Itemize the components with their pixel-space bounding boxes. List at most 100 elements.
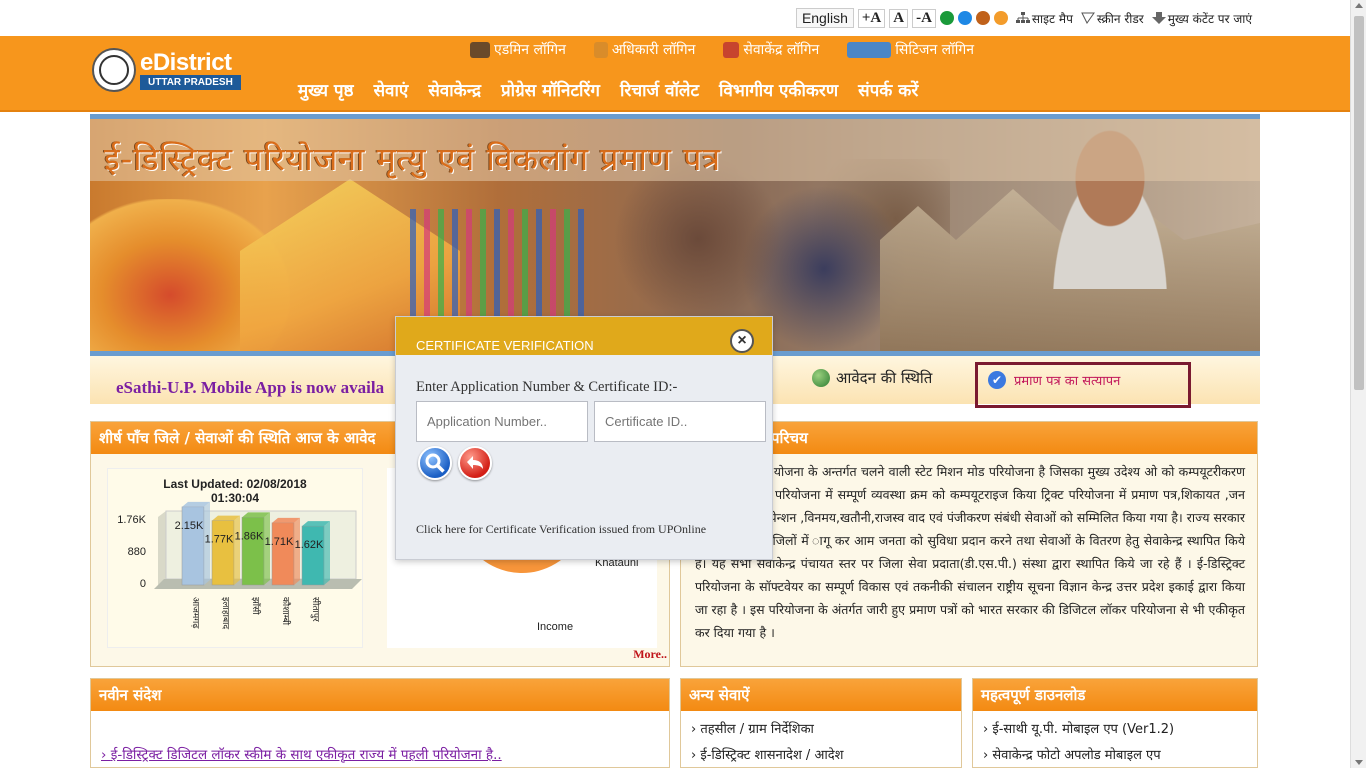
dialog-instruction: Enter Application Number & Certificate I… [416,379,678,395]
brand-subtitle: UTTAR PRADESH [140,74,241,90]
officer-login-link[interactable]: अधिकारी लॉगिन [593,40,695,59]
back-button[interactable] [458,446,492,480]
other-services-heading: अन्य सेवाऐं [681,679,961,711]
admin-login-link[interactable]: एडमिन लॉगिन [470,40,566,59]
chart-title: Last Updated: 02/08/2018 01:30:04 [108,477,362,505]
nav-contact[interactable]: संपर्क करें [858,78,918,101]
bar-data-label: 1.77K [205,534,234,546]
application-number-input[interactable] [416,401,588,442]
screen-reader-icon [1081,12,1095,24]
brand-name: eDistrict [140,48,232,76]
certificate-verification-label: प्रमाण पत्र का सत्यापन [1014,374,1121,389]
certificate-id-input[interactable] [594,401,766,442]
uponline-verification-link[interactable]: Click here for Certificate Verification … [416,522,706,537]
language-toggle[interactable]: English [795,8,854,28]
certificate-verification-dialog: CERTIFICATE VERIFICATION × Enter Applica… [395,316,773,560]
arrow-down-icon [1151,12,1166,24]
screen-reader-link[interactable]: स्क्रीन रीडर [1081,10,1144,27]
y-tick-label: 0 [140,578,146,590]
x-tick-label: कौशाम्बी [280,597,292,626]
font-decrease-button[interactable]: -A [912,8,936,28]
bar [301,525,325,586]
csc-login-link[interactable]: सेवाकेंद्र लॉगिन [723,40,819,59]
bar-side [294,517,300,585]
certificate-verification-link[interactable]: ✔ प्रमाण पत्र का सत्यापन [975,362,1191,408]
admin-login-label: एडमिन लॉगिन [494,42,566,58]
font-normal-button[interactable]: A [889,8,909,28]
bar-side [324,521,330,585]
admin-user-icon [470,41,490,58]
nav-services[interactable]: सेवाएं [374,78,409,101]
chart-wall-left [158,511,166,585]
officer-user-icon [593,41,608,58]
other-service-item[interactable]: › तहसील / ग्राम निर्देशिका [681,717,961,743]
close-icon[interactable]: × [730,329,754,353]
globe-icon [812,369,830,387]
intro-text: ोजना ई-गवर्नेंस योजना के अन्तर्गत चलने व… [695,464,1245,640]
other-service-label: तहसील / ग्राम निर्देशिका [700,722,814,737]
nav-progress-monitoring[interactable]: प्रोग्रेस मॉनिटरिंग [501,78,600,101]
more-link[interactable]: More.. [633,647,667,662]
x-tick-label: झाँसी [250,597,262,615]
site-logo[interactable]: eDistrict UTTAR PRADESH [92,48,241,92]
bar-data-label: 1.62K [295,539,324,551]
utility-links: English +A A -A साइट मैप स्क्रीन रीडर मु… [795,8,1252,28]
y-tick-label: 880 [128,546,146,558]
bar-side [264,512,270,585]
scroll-up-icon[interactable] [1355,3,1363,8]
x-tick-label: इलाहाबाद [220,597,230,629]
login-links: एडमिन लॉगिन अधिकारी लॉगिन सेवाकेंद्र लॉग… [470,40,974,59]
other-services-panel: अन्य सेवाऐं › तहसील / ग्राम निर्देशिका ›… [680,678,962,768]
search-icon [425,453,445,473]
csc-login-label: सेवाकेंद्र लॉगिन [743,42,820,58]
y-tick-label: 1.76K [117,514,146,526]
site-header: eDistrict UTTAR PRADESH एडमिन लॉगिन अधिक… [0,36,1350,112]
news-item-label: ई-डिस्ट्रिक्ट डिजिटल लॉकर स्कीम के साथ ए… [110,747,502,763]
undo-arrow-icon [467,456,483,469]
news-panel: नवीन संदेश › ई-डिस्ट्रिक्ट डिजिटल लॉकर स… [90,678,670,768]
dialog-header: CERTIFICATE VERIFICATION × [396,317,772,355]
last-updated-date: Last Updated: 02/08/2018 [163,477,307,491]
download-label: सेवाकेन्द्र फोटो अपलोड मोबाइल एप [992,748,1161,763]
font-increase-button[interactable]: +A [857,8,886,28]
application-status-link[interactable]: आवेदन की स्थिति [812,368,932,388]
news-heading: नवीन संदेश [91,679,669,711]
download-label: ई-साथी यू.पी. मोबाइल एप (Ver1.2) [992,722,1175,737]
other-service-item[interactable]: › ई-डिस्ट्रिक्ट शासनादेश / आदेश [681,743,961,768]
skip-content-link[interactable]: मुख्य कंटेंट पर जाएं [1151,10,1252,27]
theme-blue-button[interactable] [957,11,972,25]
download-item[interactable]: › सेवाकेन्द्र फोटो अपलोड मोबाइल एप [973,743,1257,768]
nav-dept-integration[interactable]: विभागीय एकीकरण [719,78,838,101]
check-icon: ✔ [988,371,1006,389]
application-status-label: आवेदन की स्थिति [836,369,933,387]
sitemap-link[interactable]: साइट मैप [1015,10,1073,27]
sitemap-icon [1015,12,1030,23]
x-tick-label: आजमगढ़ [190,597,200,629]
x-tick-label: सीतापुर [310,597,322,622]
screen-reader-label: स्क्रीन रीडर [1096,11,1144,26]
other-service-label: ई-डिस्ट्रिक्ट शासनादेश / आदेश [700,748,844,763]
downloads-heading: महत्वपूर्ण डाउनलोड [973,679,1257,711]
nav-home[interactable]: मुख्य पृष्ठ [298,78,354,101]
nav-service-centers[interactable]: सेवाकेन्द्र [428,78,481,101]
search-button[interactable] [418,446,452,480]
download-item[interactable]: › ई-साथी यू.पी. मोबाइल एप (Ver1.2) [973,717,1257,743]
bar [181,506,205,586]
pie-label-income: Income [537,621,573,633]
theme-orange-button[interactable] [993,11,1008,25]
scroll-down-icon[interactable] [1355,760,1363,765]
citizen-login-link[interactable]: सिटिजन लॉगिन [847,40,974,59]
news-item-link[interactable]: › ई-डिस्ट्रिक्ट डिजिटल लॉकर स्कीम के साथ… [101,745,502,763]
scrollbar-thumb[interactable] [1354,16,1364,390]
last-updated-time: 01:30:04 [210,491,260,505]
nav-recharge-wallet[interactable]: रिचार्ज वॉलेट [620,78,699,101]
skip-content-label: मुख्य कंटेंट पर जाएं [1167,11,1252,26]
news-marquee[interactable]: eSathi-U.P. Mobile App is now availa [116,378,384,398]
citizen-login-label: सिटिजन लॉगिन [895,42,975,58]
utility-bar: English +A A -A साइट मैप स्क्रीन रीडर मु… [0,0,1350,36]
banner-title: ई-डिस्ट्रिक्ट परियोजना मृत्यु एवं विकलां… [104,140,722,178]
theme-brown-button[interactable] [975,11,990,25]
bar-data-label: 2.15K [175,520,204,532]
page-scrollbar[interactable] [1350,0,1366,768]
theme-green-button[interactable] [939,11,954,25]
